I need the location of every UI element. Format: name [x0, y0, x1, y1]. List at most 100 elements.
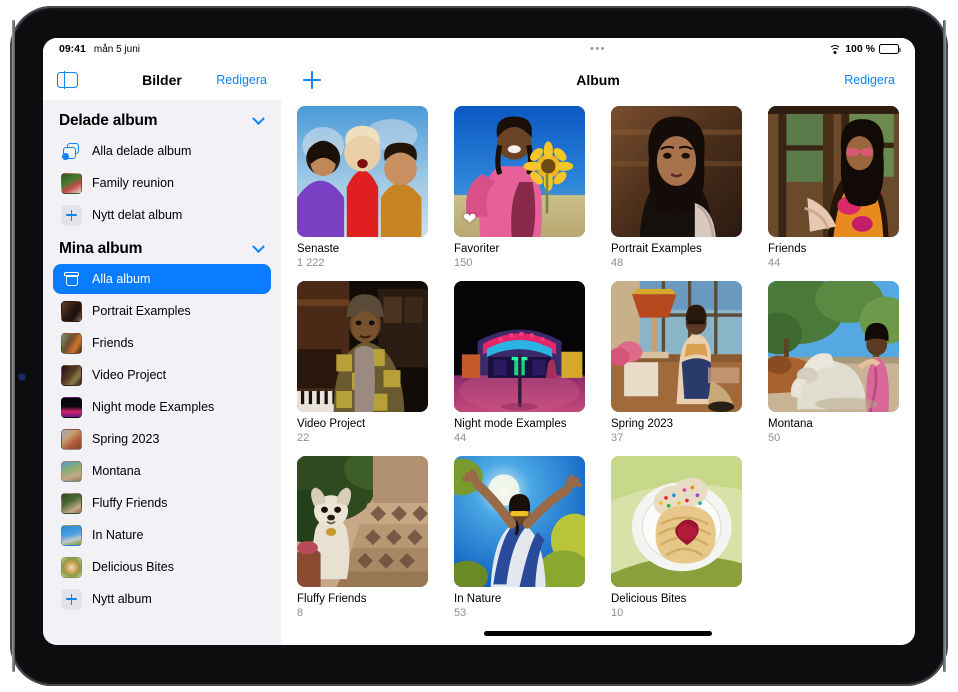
album-cover[interactable]: [454, 281, 585, 412]
album-name: Senaste: [297, 243, 428, 255]
sidebar-item-fluffy-friends[interactable]: Fluffy Friends: [53, 488, 271, 518]
sidebar-item-label: Alla album: [92, 272, 150, 286]
sidebar-item-label: Video Project: [92, 368, 166, 382]
sidebar-item-in-nature[interactable]: In Nature: [53, 520, 271, 550]
sidebar-edit-button[interactable]: Redigera: [216, 73, 267, 87]
album-card-in-nature[interactable]: In Nature 53: [454, 456, 585, 619]
album-cover-image: [297, 281, 428, 412]
album-card-montana[interactable]: Montana 50: [768, 281, 899, 444]
album-card-favoriter[interactable]: ❤ Favoriter 150: [454, 106, 585, 269]
album-cover[interactable]: [297, 281, 428, 412]
sidebar-item-label: Nytt album: [92, 592, 152, 606]
album-thumbnail-icon: [61, 173, 82, 194]
plus-icon: [61, 589, 82, 610]
album-cover-image: [454, 456, 585, 587]
section-title: Delade album: [59, 112, 157, 130]
album-cover[interactable]: [768, 106, 899, 237]
sidebar-item-alla-album[interactable]: Alla album: [53, 264, 271, 294]
sidebar-item-nytt-album[interactable]: Nytt album: [53, 584, 271, 614]
album-name: Montana: [768, 418, 899, 430]
main-content: ••• 100 % Album Redigera: [281, 38, 915, 645]
album-card-spring-2023[interactable]: Spring 2023 37: [611, 281, 742, 444]
sidebar-header: Bilder Redigera: [43, 60, 281, 100]
album-card-delicious-bites[interactable]: Delicious Bites 10: [611, 456, 742, 619]
section-title: Mina album: [59, 240, 142, 258]
battery-icon: [879, 44, 899, 54]
album-name: Delicious Bites: [611, 593, 742, 605]
sidebar-item-montana[interactable]: Montana: [53, 456, 271, 486]
sidebar-item-label: Spring 2023: [92, 432, 159, 446]
status-bar-right: ••• 100 %: [281, 38, 915, 60]
sidebar-item-friends[interactable]: Friends: [53, 328, 271, 358]
album-cover[interactable]: [297, 106, 428, 237]
status-time: 09:41: [59, 43, 86, 55]
sidebar-item-label: Night mode Examples: [92, 400, 214, 414]
album-card-portrait-examples[interactable]: Portrait Examples 48: [611, 106, 742, 269]
sidebar-toggle-icon[interactable]: [57, 72, 78, 88]
album-card-friends[interactable]: Friends 44: [768, 106, 899, 269]
album-thumbnail-icon: [61, 461, 82, 482]
wifi-icon: [829, 44, 841, 54]
album-cover[interactable]: [611, 281, 742, 412]
bezel-indicator-dot: [19, 374, 25, 380]
sidebar-section-header-my-albums[interactable]: Mina album: [53, 232, 271, 264]
album-card-video-project[interactable]: Video Project 22: [297, 281, 428, 444]
album-cover-image: [768, 106, 899, 237]
ipad-screen: 09:41 mån 5 juni Bilder Redigera Delade …: [43, 38, 915, 645]
album-name: Night mode Examples: [454, 418, 585, 430]
sidebar-item-alla-delade-album[interactable]: Alla delade album: [53, 136, 271, 166]
sidebar: 09:41 mån 5 juni Bilder Redigera Delade …: [43, 38, 281, 645]
album-count: 53: [454, 607, 585, 619]
album-cover-image: [611, 106, 742, 237]
sidebar-item-delicious-bites[interactable]: Delicious Bites: [53, 552, 271, 582]
shared-album-icon: [61, 141, 82, 162]
album-cover[interactable]: [611, 106, 742, 237]
sidebar-item-video-project[interactable]: Video Project: [53, 360, 271, 390]
sidebar-item-label: In Nature: [92, 528, 143, 542]
album-box-icon: [61, 269, 82, 290]
album-count: 44: [454, 432, 585, 444]
sidebar-item-portrait-examples[interactable]: Portrait Examples: [53, 296, 271, 326]
album-cover[interactable]: [611, 456, 742, 587]
sidebar-item-label: Nytt delat album: [92, 208, 182, 222]
home-indicator[interactable]: [484, 631, 712, 636]
album-cover[interactable]: ❤: [454, 106, 585, 237]
album-count: 1 222: [297, 257, 428, 269]
multitask-dots-icon[interactable]: •••: [281, 44, 915, 55]
album-thumbnail-icon: [61, 557, 82, 578]
sidebar-item-family-reunion[interactable]: Family reunion: [53, 168, 271, 198]
status-bar-left: 09:41 mån 5 juni: [43, 38, 281, 60]
album-cover[interactable]: [768, 281, 899, 412]
album-name: Portrait Examples: [611, 243, 742, 255]
album-cover-image: [611, 456, 742, 587]
album-cover[interactable]: [297, 456, 428, 587]
sidebar-item-label: Friends: [92, 336, 134, 350]
album-cover-image: [297, 106, 428, 237]
sidebar-nav-list[interactable]: Delade album Alla delade album Family re…: [43, 100, 281, 645]
album-card-senaste[interactable]: Senaste 1 222: [297, 106, 428, 269]
sidebar-item-label: Fluffy Friends: [92, 496, 168, 510]
album-cover[interactable]: [454, 456, 585, 587]
sidebar-item-night-mode-examples[interactable]: Night mode Examples: [53, 392, 271, 422]
album-thumbnail-icon: [61, 525, 82, 546]
sidebar-item-spring-2023[interactable]: Spring 2023: [53, 424, 271, 454]
sidebar-item-nytt-delat-album[interactable]: Nytt delat album: [53, 200, 271, 230]
sidebar-section-header-shared[interactable]: Delade album: [53, 104, 271, 136]
edit-button[interactable]: Redigera: [844, 73, 895, 87]
add-album-button[interactable]: [301, 69, 323, 91]
album-card-fluffy-friends[interactable]: Fluffy Friends 8: [297, 456, 428, 619]
album-count: 48: [611, 257, 742, 269]
album-cover-image: [611, 281, 742, 412]
album-thumbnail-icon: [61, 301, 82, 322]
main-header: Album Redigera: [281, 60, 915, 100]
album-card-night-mode-examples[interactable]: Night mode Examples 44: [454, 281, 585, 444]
heart-icon: ❤: [463, 212, 476, 228]
album-name: Favoriter: [454, 243, 585, 255]
chevron-down-icon[interactable]: [252, 112, 265, 125]
album-name: Spring 2023: [611, 418, 742, 430]
album-cover-image: [768, 281, 899, 412]
chevron-down-icon[interactable]: [252, 240, 265, 253]
album-cover-image: [454, 281, 585, 412]
album-count: 44: [768, 257, 899, 269]
plus-icon: [61, 205, 82, 226]
